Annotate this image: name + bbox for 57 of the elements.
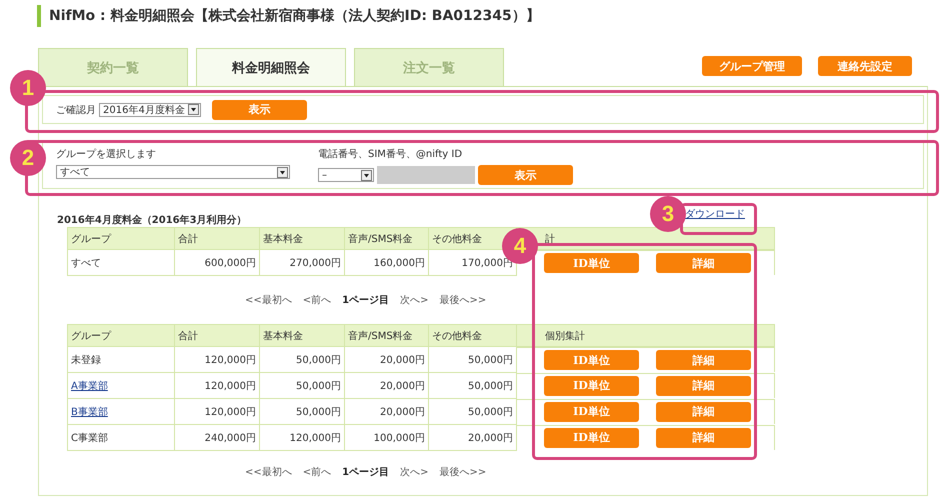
table-cell: 20,000円 (344, 372, 428, 398)
table-cell: 120,000円 (174, 372, 260, 398)
table-cell: 160,000円 (344, 250, 428, 276)
id-type-select[interactable]: – (318, 168, 374, 182)
group-link[interactable]: A事業部 (71, 380, 108, 392)
table-cell: 120,000円 (260, 424, 344, 450)
tab[interactable]: 料金明細照会 (196, 48, 346, 86)
table-cell: 未登録 (71, 354, 101, 366)
summary-title: 2016年4月度料金（2016年3月利用分） (57, 213, 247, 227)
table-cell: 20,000円 (428, 424, 516, 450)
pager-link[interactable]: 次へ> (400, 465, 429, 479)
download-link[interactable]: ダウンロード (685, 207, 745, 221)
column-header: 合計 (174, 228, 260, 250)
field-label: グループを選択します (56, 148, 157, 161)
pager-link[interactable]: 次へ> (400, 293, 429, 307)
pager-link[interactable]: <<最初へ (245, 465, 292, 479)
pager-link[interactable]: 最後へ>> (440, 465, 486, 479)
column-header: 合計 (174, 324, 260, 346)
table-cell: 50,000円 (260, 372, 344, 398)
month-select[interactable]: 2016年4月度料金 (99, 102, 201, 116)
table-cell: 50,000円 (428, 398, 516, 424)
field-label: 電話番号、SIM番号、@nifty ID (318, 148, 464, 161)
pager-link[interactable]: 1ページ目 (342, 465, 390, 479)
column-header: 基本料金 (260, 324, 344, 346)
column-header: 音声/SMS料金 (344, 228, 428, 250)
group-link[interactable]: B事業部 (71, 406, 108, 418)
column-header: 基本料金 (260, 228, 344, 250)
table-cell: 50,000円 (260, 346, 344, 372)
group-select[interactable]: すべて (56, 165, 290, 179)
pager-link[interactable]: 最後へ>> (440, 293, 486, 307)
column-header: 音声/SMS料金 (344, 324, 428, 346)
callout-badge: 3 (650, 196, 686, 232)
pager-link[interactable]: <前へ (302, 465, 332, 479)
pager-link[interactable]: 1ページ目 (342, 293, 390, 307)
pager-link[interactable]: <<最初へ (245, 293, 292, 307)
table-cell: 20,000円 (344, 346, 428, 372)
page-title: NifMo : 料金明細照会【株式会社新宿商事様（法人契約ID: BA012345）】 (49, 7, 540, 25)
field-label: ご確認月 (56, 104, 96, 116)
table-cell: 50,000円 (428, 346, 516, 372)
callout-badge: 1 (10, 70, 46, 106)
table-cell: 100,000円 (344, 424, 428, 450)
pager-link[interactable]: <前へ (302, 293, 332, 307)
table-cell: C事業部 (71, 432, 108, 444)
column-header: 個別集計 (516, 324, 774, 346)
table-cell: 120,000円 (174, 398, 260, 424)
column-header: その他料金 (428, 324, 516, 346)
table-cell: 50,000円 (260, 398, 344, 424)
table-cell: 270,000円 (260, 250, 344, 276)
table-cell: 600,000円 (174, 250, 260, 276)
column-header: グループ (68, 324, 174, 346)
table-cell: 20,000円 (344, 398, 428, 424)
callout-badge: 2 (10, 140, 46, 176)
table-cell: すべて (71, 258, 101, 268)
table-cell: 120,000円 (174, 346, 260, 372)
column-header: グループ (68, 228, 174, 250)
table-cell: 240,000円 (174, 424, 260, 450)
table-cell: 50,000円 (428, 372, 516, 398)
